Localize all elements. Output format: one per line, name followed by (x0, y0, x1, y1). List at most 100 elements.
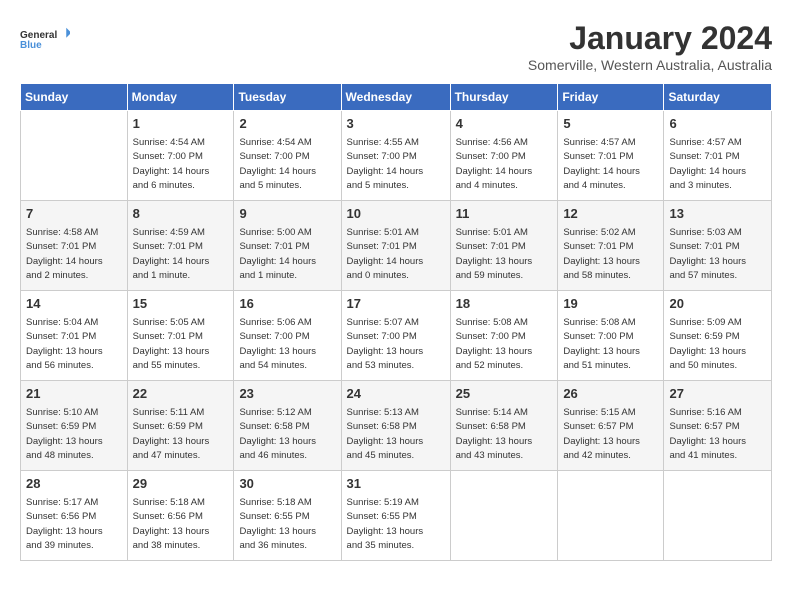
calendar-cell: 11Sunrise: 5:01 AM Sunset: 7:01 PM Dayli… (450, 201, 558, 291)
week-row: 28 Sunrise: 5:17 AM Sunset: 6:56 PM Dayli… (21, 471, 772, 561)
day-number: 13 (669, 205, 766, 224)
day-number: 12 (563, 205, 658, 224)
calendar-cell (21, 111, 128, 201)
calendar-table: SundayMondayTuesdayWednesdayThursdayFrid… (20, 83, 772, 561)
day-info: Sunrise: 5:03 AM Sunset: 7:01 PM Dayligh… (669, 227, 746, 282)
day-info: Sunrise: 4:56 AM Sunset: 7:00 PM Dayligh… (456, 137, 533, 192)
day-number: 25 (456, 385, 553, 404)
calendar-cell: 4 Sunrise: 4:56 AM Sunset: 7:00 PM Daylig… (450, 111, 558, 201)
day-info: Sunrise: 5:14 AM Sunset: 6:58 PM Dayligh… (456, 407, 533, 462)
calendar-cell: 9Sunrise: 5:00 AM Sunset: 7:01 PM Daylig… (234, 201, 341, 291)
calendar-cell: 20 Sunrise: 5:09 AM Sunset: 6:59 PM Dayli… (664, 291, 772, 381)
day-info: Sunrise: 4:59 AM Sunset: 7:01 PM Dayligh… (133, 227, 210, 282)
day-number: 20 (669, 295, 766, 314)
month-title: January 2024 (528, 20, 772, 57)
calendar-cell: 27Sunrise: 5:16 AM Sunset: 6:57 PM Dayli… (664, 381, 772, 471)
day-info: Sunrise: 5:13 AM Sunset: 6:58 PM Dayligh… (347, 407, 424, 462)
subtitle: Somerville, Western Australia, Australia (528, 57, 772, 73)
day-number: 15 (133, 295, 229, 314)
week-row: 7Sunrise: 4:58 AM Sunset: 7:01 PM Daylig… (21, 201, 772, 291)
calendar-cell: 30 Sunrise: 5:18 AM Sunset: 6:55 PM Dayli… (234, 471, 341, 561)
day-number: 23 (239, 385, 335, 404)
calendar-cell: 22 Sunrise: 5:11 AM Sunset: 6:59 PM Dayli… (127, 381, 234, 471)
day-info: Sunrise: 5:09 AM Sunset: 6:59 PM Dayligh… (669, 317, 746, 372)
week-row: 21 Sunrise: 5:10 AM Sunset: 6:59 PM Dayli… (21, 381, 772, 471)
calendar-cell: 24 Sunrise: 5:13 AM Sunset: 6:58 PM Dayli… (341, 381, 450, 471)
calendar-cell: 25 Sunrise: 5:14 AM Sunset: 6:58 PM Dayli… (450, 381, 558, 471)
day-info: Sunrise: 5:18 AM Sunset: 6:55 PM Dayligh… (239, 497, 316, 552)
calendar-cell: 1 Sunrise: 4:54 AM Sunset: 7:00 PM Daylig… (127, 111, 234, 201)
week-row: 14 Sunrise: 5:04 AM Sunset: 7:01 PM Dayli… (21, 291, 772, 381)
calendar-cell: 5 Sunrise: 4:57 AM Sunset: 7:01 PM Daylig… (558, 111, 664, 201)
day-info: Sunrise: 5:18 AM Sunset: 6:56 PM Dayligh… (133, 497, 210, 552)
week-row: 1 Sunrise: 4:54 AM Sunset: 7:00 PM Daylig… (21, 111, 772, 201)
calendar-cell: 15 Sunrise: 5:05 AM Sunset: 7:01 PM Dayli… (127, 291, 234, 381)
day-number: 26 (563, 385, 658, 404)
day-number: 14 (26, 295, 122, 314)
day-info: Sunrise: 5:19 AM Sunset: 6:55 PM Dayligh… (347, 497, 424, 552)
column-header-thursday: Thursday (450, 84, 558, 111)
day-info: Sunrise: 5:12 AM Sunset: 6:58 PM Dayligh… (239, 407, 316, 462)
day-info: Sunrise: 4:54 AM Sunset: 7:00 PM Dayligh… (133, 137, 210, 192)
calendar-cell: 21 Sunrise: 5:10 AM Sunset: 6:59 PM Dayli… (21, 381, 128, 471)
day-number: 21 (26, 385, 122, 404)
day-number: 30 (239, 475, 335, 494)
calendar-cell: 28 Sunrise: 5:17 AM Sunset: 6:56 PM Dayli… (21, 471, 128, 561)
day-number: 19 (563, 295, 658, 314)
calendar-cell: 16 Sunrise: 5:06 AM Sunset: 7:00 PM Dayli… (234, 291, 341, 381)
day-number: 28 (26, 475, 122, 494)
svg-text:General: General (20, 30, 57, 41)
day-number: 22 (133, 385, 229, 404)
day-number: 27 (669, 385, 766, 404)
calendar-cell: 8Sunrise: 4:59 AM Sunset: 7:01 PM Daylig… (127, 201, 234, 291)
day-info: Sunrise: 5:06 AM Sunset: 7:00 PM Dayligh… (239, 317, 316, 372)
calendar-cell: 14 Sunrise: 5:04 AM Sunset: 7:01 PM Dayli… (21, 291, 128, 381)
calendar-cell: 26Sunrise: 5:15 AM Sunset: 6:57 PM Dayli… (558, 381, 664, 471)
day-info: Sunrise: 5:07 AM Sunset: 7:00 PM Dayligh… (347, 317, 424, 372)
svg-text:Blue: Blue (20, 40, 42, 51)
logo-svg: General Blue (20, 20, 70, 58)
column-header-tuesday: Tuesday (234, 84, 341, 111)
calendar-cell: 29 Sunrise: 5:18 AM Sunset: 6:56 PM Dayli… (127, 471, 234, 561)
day-number: 10 (347, 205, 445, 224)
calendar-cell: 18 Sunrise: 5:08 AM Sunset: 7:00 PM Dayli… (450, 291, 558, 381)
day-number: 5 (563, 115, 658, 134)
day-info: Sunrise: 5:11 AM Sunset: 6:59 PM Dayligh… (133, 407, 210, 462)
day-number: 16 (239, 295, 335, 314)
calendar-cell (558, 471, 664, 561)
day-number: 4 (456, 115, 553, 134)
day-number: 29 (133, 475, 229, 494)
calendar-cell: 13 Sunrise: 5:03 AM Sunset: 7:01 PM Dayli… (664, 201, 772, 291)
day-number: 7 (26, 205, 122, 224)
calendar-cell: 12 Sunrise: 5:02 AM Sunset: 7:01 PM Dayli… (558, 201, 664, 291)
day-number: 2 (239, 115, 335, 134)
calendar-cell: 10 Sunrise: 5:01 AM Sunset: 7:01 PM Dayli… (341, 201, 450, 291)
day-number: 18 (456, 295, 553, 314)
day-info: Sunrise: 5:08 AM Sunset: 7:00 PM Dayligh… (456, 317, 533, 372)
day-number: 3 (347, 115, 445, 134)
calendar-cell: 17 Sunrise: 5:07 AM Sunset: 7:00 PM Dayli… (341, 291, 450, 381)
day-info: Sunrise: 4:57 AM Sunset: 7:01 PM Dayligh… (563, 137, 640, 192)
column-header-sunday: Sunday (21, 84, 128, 111)
calendar-cell: 23 Sunrise: 5:12 AM Sunset: 6:58 PM Dayli… (234, 381, 341, 471)
day-info: Sunrise: 5:17 AM Sunset: 6:56 PM Dayligh… (26, 497, 103, 552)
day-info: Sunrise: 5:01 AM Sunset: 7:01 PM Dayligh… (456, 227, 533, 282)
day-info: Sunrise: 5:05 AM Sunset: 7:01 PM Dayligh… (133, 317, 210, 372)
day-info: Sunrise: 5:04 AM Sunset: 7:01 PM Dayligh… (26, 317, 103, 372)
day-number: 17 (347, 295, 445, 314)
day-number: 31 (347, 475, 445, 494)
day-info: Sunrise: 5:01 AM Sunset: 7:01 PM Dayligh… (347, 227, 424, 282)
day-number: 1 (133, 115, 229, 134)
logo: General Blue (20, 20, 70, 58)
column-header-wednesday: Wednesday (341, 84, 450, 111)
day-number: 9 (239, 205, 335, 224)
day-info: Sunrise: 5:02 AM Sunset: 7:01 PM Dayligh… (563, 227, 640, 282)
calendar-cell: 19Sunrise: 5:08 AM Sunset: 7:00 PM Dayli… (558, 291, 664, 381)
column-header-saturday: Saturday (664, 84, 772, 111)
calendar-cell: 2 Sunrise: 4:54 AM Sunset: 7:00 PM Daylig… (234, 111, 341, 201)
calendar-header: SundayMondayTuesdayWednesdayThursdayFrid… (21, 84, 772, 111)
day-info: Sunrise: 5:10 AM Sunset: 6:59 PM Dayligh… (26, 407, 103, 462)
day-info: Sunrise: 4:54 AM Sunset: 7:00 PM Dayligh… (239, 137, 316, 192)
calendar-cell (664, 471, 772, 561)
day-number: 24 (347, 385, 445, 404)
